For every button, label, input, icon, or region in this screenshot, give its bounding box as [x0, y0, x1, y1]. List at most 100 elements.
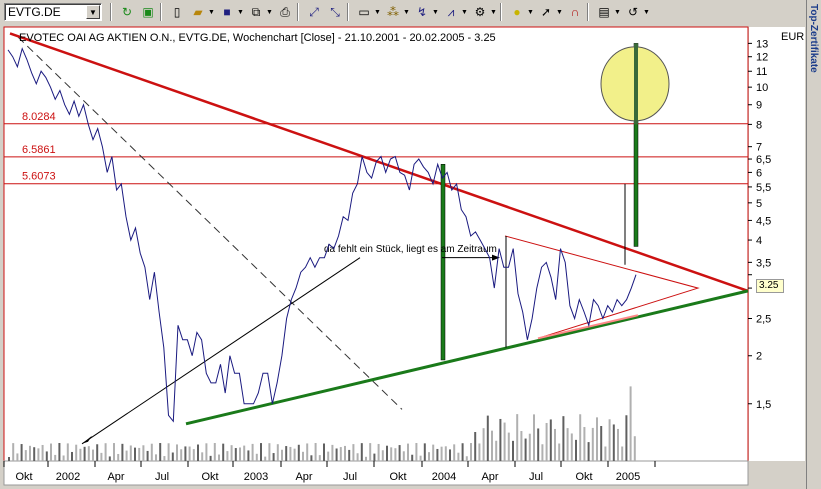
- volume-bar: [230, 445, 233, 461]
- volume-bar: [411, 454, 414, 461]
- y-tick-label: 3,5: [756, 257, 771, 269]
- volume-bar: [474, 431, 477, 461]
- toolbar-separator: [297, 3, 299, 21]
- chevron-down-icon[interactable]: ▼: [86, 5, 100, 19]
- x-tick-label: 2004: [432, 471, 456, 483]
- chevron-down-icon[interactable]: ▼: [208, 9, 215, 16]
- volume-bar: [415, 443, 418, 461]
- undo-icon[interactable]: ↺: [624, 3, 642, 21]
- volume-bar: [465, 456, 468, 461]
- chevron-down-icon[interactable]: ▼: [432, 9, 439, 16]
- volume-bar: [108, 456, 111, 461]
- volume-bar: [45, 451, 48, 461]
- symbol-combo[interactable]: EVTG.DE ▼: [4, 3, 102, 21]
- print-icon[interactable]: ⎙: [276, 3, 294, 21]
- volume-bar: [600, 426, 603, 461]
- chevron-down-icon[interactable]: ▼: [374, 9, 381, 16]
- properties-icon[interactable]: ▤: [595, 3, 613, 21]
- volume-bar: [138, 447, 141, 461]
- cursor-icon[interactable]: ➚: [537, 3, 555, 21]
- volume-bar: [390, 447, 393, 461]
- refresh-icon[interactable]: ↻: [118, 3, 136, 21]
- volume-bar: [75, 444, 78, 461]
- chart-area[interactable]: 131211109876,565,554,543,532,521,5Okt200…: [0, 24, 806, 489]
- open-icon[interactable]: ▰: [189, 3, 207, 21]
- volume-bar: [180, 449, 183, 461]
- volume-bar: [92, 449, 94, 461]
- price-chart[interactable]: 131211109876,565,554,543,532,521,5Okt200…: [0, 24, 806, 489]
- x-tick-label: Jul: [155, 471, 169, 483]
- chevron-down-icon[interactable]: ▼: [556, 9, 563, 16]
- x-tick-label: 2003: [244, 471, 268, 483]
- side-tab-top-zertifikate[interactable]: Top-Zertifikate: [806, 0, 821, 489]
- x-tick-label: Okt: [575, 471, 592, 483]
- new-icon[interactable]: ▯: [168, 3, 186, 21]
- volume-bar: [310, 455, 313, 461]
- annotation-text: da fehlt ein Stück, liegt es am Zeitraum: [324, 244, 497, 255]
- chevron-down-icon[interactable]: ▼: [403, 9, 410, 16]
- volume-bar: [608, 419, 611, 461]
- x-tick-label: Jul: [529, 471, 543, 483]
- volume-bar: [247, 450, 250, 461]
- target-circle-bar: [634, 43, 638, 125]
- level-label: 5.6073: [22, 171, 56, 183]
- chart-type-icon[interactable]: ▭: [355, 3, 373, 21]
- template-icon[interactable]: ↯: [413, 3, 431, 21]
- volume-bar: [66, 443, 69, 461]
- indicator-icon[interactable]: ⁂: [384, 3, 402, 21]
- volume-bar: [142, 445, 145, 461]
- volume-bar: [541, 444, 544, 461]
- volume-bar: [163, 456, 166, 461]
- volume-bar: [470, 443, 472, 461]
- volume-bar: [297, 444, 300, 461]
- vertical-measure-bar: [440, 164, 446, 361]
- volume-bar: [562, 416, 565, 461]
- volume-bar: [629, 386, 632, 461]
- volume-bar: [423, 443, 426, 461]
- chevron-down-icon[interactable]: ▼: [643, 9, 650, 16]
- y-tick-label: 6: [756, 167, 762, 179]
- line-tool-icon[interactable]: ⤢: [305, 3, 323, 21]
- volume-bar: [558, 443, 561, 461]
- volume-bar: [461, 443, 464, 461]
- volume-bar: [604, 446, 607, 461]
- y-tick-label: 2: [756, 351, 762, 363]
- volume-bar: [205, 443, 208, 461]
- chevron-down-icon[interactable]: ▼: [490, 9, 497, 16]
- volume-bar: [226, 451, 229, 461]
- volume-bar: [331, 444, 334, 461]
- ellipse-tool-icon[interactable]: ⩘: [442, 3, 460, 21]
- volume-bar: [29, 445, 31, 461]
- volume-bar: [285, 446, 288, 461]
- volume-bar: [440, 446, 443, 461]
- chevron-down-icon[interactable]: ▼: [614, 9, 621, 16]
- toolbar-separator: [347, 3, 349, 21]
- y-tick-label: 4: [756, 235, 762, 247]
- volume-bar: [360, 443, 363, 461]
- volume-bar: [150, 443, 153, 461]
- magnet-icon[interactable]: ∩: [566, 3, 584, 21]
- circle-tool-icon[interactable]: ●: [508, 3, 526, 21]
- settings-icon[interactable]: ⚙: [471, 3, 489, 21]
- copy-icon[interactable]: ⧉: [247, 3, 265, 21]
- chevron-down-icon[interactable]: ▼: [237, 9, 244, 16]
- volume-bar: [37, 448, 40, 461]
- volume-bar: [16, 453, 19, 461]
- x-tick-label: 2005: [616, 471, 640, 483]
- save-icon[interactable]: ■: [218, 3, 236, 21]
- chevron-down-icon[interactable]: ▼: [527, 9, 534, 16]
- volume-bar: [528, 433, 531, 461]
- symbol-input[interactable]: EVTG.DE: [5, 5, 61, 19]
- x-tick-label: Okt: [201, 471, 218, 483]
- volume-bar: [54, 454, 57, 461]
- chevron-down-icon[interactable]: ▼: [266, 9, 273, 16]
- chart-icon[interactable]: ▣: [139, 3, 157, 21]
- zoom-icon[interactable]: ⤡: [326, 3, 344, 21]
- volume-bar: [134, 447, 136, 461]
- volume-bar: [394, 448, 397, 461]
- y-tick-label: 1,5: [756, 399, 771, 411]
- volume-bar: [516, 414, 519, 461]
- chevron-down-icon[interactable]: ▼: [461, 9, 468, 16]
- volume-bar: [444, 446, 447, 461]
- volume-bar: [83, 446, 86, 461]
